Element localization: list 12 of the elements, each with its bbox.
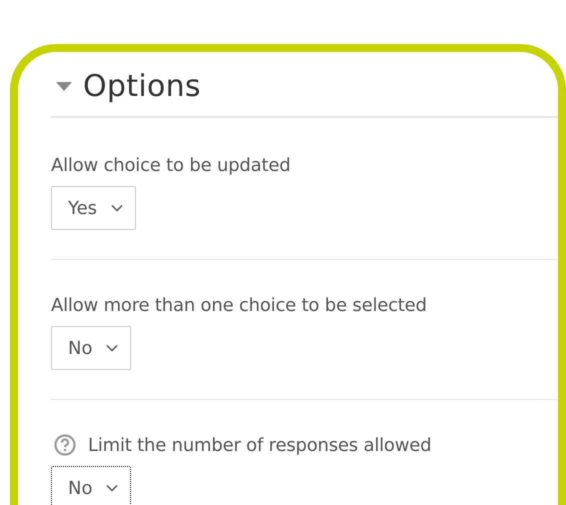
collapse-icon[interactable] bbox=[56, 82, 72, 90]
field-label: Limit the number of responses allowed bbox=[88, 434, 432, 456]
dropdown[interactable]: No bbox=[51, 466, 132, 505]
chevron-icon bbox=[111, 204, 124, 212]
dropdown[interactable]: No bbox=[51, 326, 132, 370]
chevron-icon bbox=[106, 484, 118, 492]
dropdown[interactable]: Yes bbox=[51, 186, 136, 230]
chevron-icon bbox=[106, 344, 118, 352]
help-icon[interactable] bbox=[54, 434, 76, 456]
field-label: Allow more than one choice to be selected bbox=[51, 294, 427, 316]
section-title: Options bbox=[83, 68, 201, 104]
field-label: Allow choice to be updated bbox=[51, 154, 290, 176]
